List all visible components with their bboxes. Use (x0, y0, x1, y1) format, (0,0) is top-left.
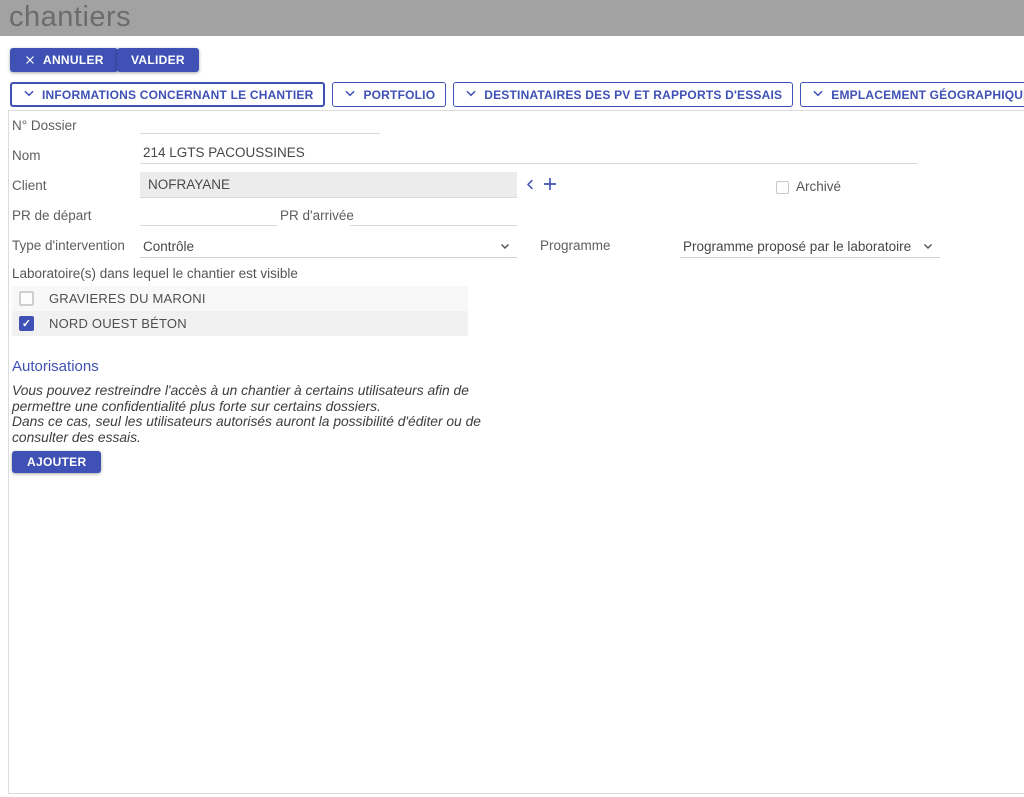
validate-button[interactable]: VALIDER (117, 48, 199, 72)
tab-destinataires-label: DESTINATAIRES DES PV ET RAPPORTS D'ESSAI… (484, 88, 782, 102)
chevron-down-icon (811, 86, 825, 103)
cancel-button-label: ANNULER (43, 53, 104, 67)
tab-emplacement-label: EMPLACEMENT GÉOGRAPHIQUE (831, 88, 1024, 102)
type-intervention-label: Type d'intervention (12, 238, 125, 253)
tab-destinataires-pv[interactable]: DESTINATAIRES DES PV ET RAPPORTS D'ESSAI… (453, 82, 793, 107)
laboratoire-row-gravieres[interactable]: GRAVIERES DU MARONI (12, 286, 468, 311)
laboratoire-checkbox[interactable] (19, 316, 34, 331)
type-intervention-value: Contrôle (143, 239, 194, 254)
app-header: chantiers (0, 0, 1024, 36)
plus-icon (541, 181, 559, 196)
chevron-down-icon (22, 86, 36, 103)
tab-portfolio[interactable]: PORTFOLIO (332, 82, 446, 107)
chevron-down-icon (922, 240, 934, 252)
archive-label: Archivé (796, 179, 841, 194)
tab-informations-label: INFORMATIONS CONCERNANT LE CHANTIER (42, 88, 313, 102)
laboratoire-row-nord-ouest[interactable]: NORD OUEST BÉTON (12, 311, 468, 336)
archive-checkbox[interactable] (776, 181, 789, 194)
programme-value: Programme proposé par le laboratoire (683, 239, 911, 254)
autorisations-description: Vous pouvez restreindre l'accès à un cha… (12, 383, 502, 445)
laboratoire-name: NORD OUEST BÉTON (49, 316, 187, 331)
tab-portfolio-label: PORTFOLIO (363, 88, 435, 102)
laboratoires-label: Laboratoire(s) dans lequel le chantier e… (12, 266, 298, 281)
pr-depart-input[interactable] (140, 206, 277, 226)
programme-select[interactable]: Programme proposé par le laboratoire (680, 235, 940, 258)
pr-arrivee-label: PR d'arrivée (280, 208, 354, 223)
laboratoire-name: GRAVIERES DU MARONI (49, 291, 206, 306)
add-button-label: AJOUTER (27, 455, 86, 469)
tab-emplacement-geographique[interactable]: EMPLACEMENT GÉOGRAPHIQUE (800, 82, 1024, 107)
chevron-left-icon (523, 180, 538, 195)
tab-informations-chantier[interactable]: INFORMATIONS CONCERNANT LE CHANTIER (10, 82, 325, 107)
laboratoire-checkbox[interactable] (19, 291, 34, 306)
nom-label: Nom (12, 148, 41, 163)
chevron-down-icon (499, 240, 511, 252)
chevron-down-icon (343, 86, 357, 103)
chevron-down-icon (464, 86, 478, 103)
section-tabs: INFORMATIONS CONCERNANT LE CHANTIER PORT… (10, 82, 1024, 107)
type-intervention-select[interactable]: Contrôle (140, 235, 517, 258)
nom-input[interactable] (140, 144, 918, 164)
dossier-input[interactable] (140, 114, 380, 134)
pr-arrivee-input[interactable] (350, 206, 517, 226)
close-icon (24, 54, 36, 66)
client-field: NOFRAYANE (140, 172, 517, 198)
page-title: chantiers (0, 0, 1024, 35)
dossier-label: N° Dossier (12, 118, 77, 133)
client-label: Client (12, 178, 47, 193)
pr-depart-label: PR de départ (12, 208, 92, 223)
client-back-button[interactable] (523, 177, 538, 192)
cancel-button[interactable]: ANNULER (10, 48, 118, 72)
autorisations-title: Autorisations (12, 358, 99, 375)
programme-label: Programme (540, 238, 611, 253)
validate-button-label: VALIDER (131, 53, 185, 67)
client-add-button[interactable] (541, 175, 559, 193)
add-authorization-button[interactable]: AJOUTER (12, 451, 101, 473)
